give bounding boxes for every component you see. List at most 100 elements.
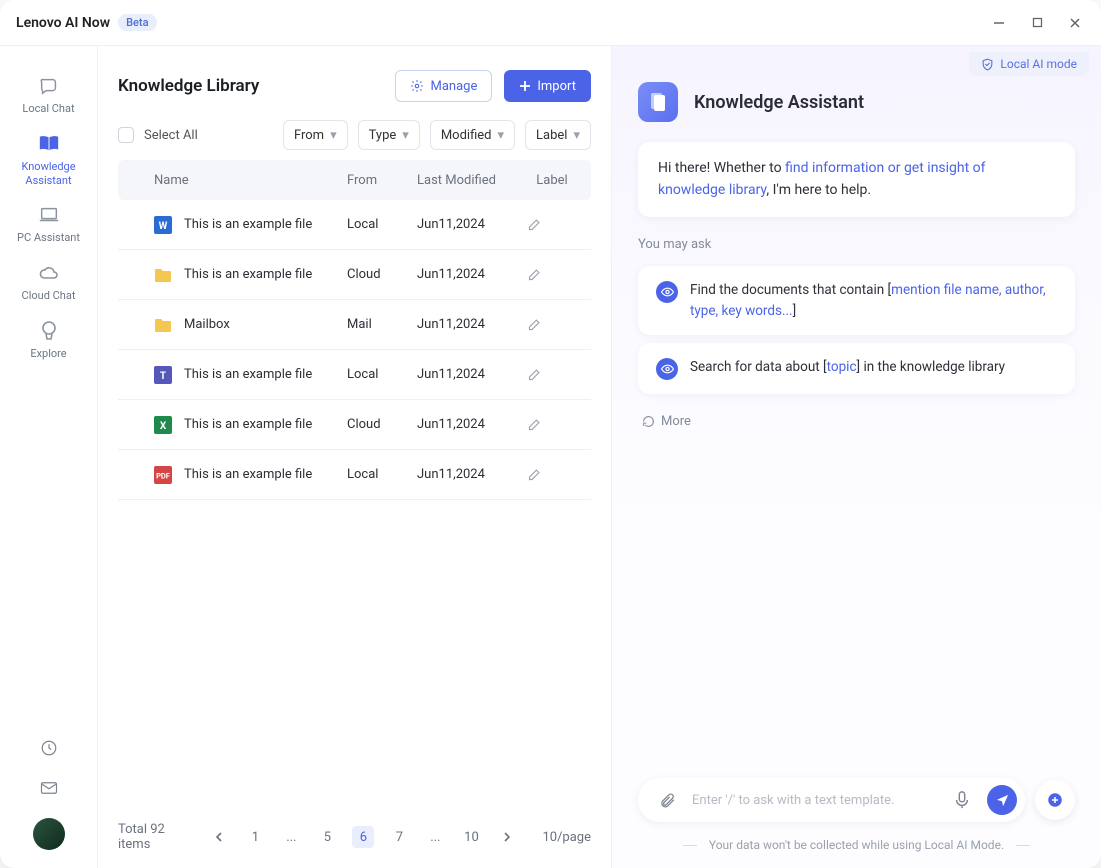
pagination-next[interactable] xyxy=(496,826,518,848)
filter-type[interactable]: Type▾ xyxy=(358,120,420,150)
sidebar-item-label: Knowledge Assistant xyxy=(9,160,89,188)
file-from: Cloud xyxy=(347,267,417,282)
suggestion-item[interactable]: Search for data about [topic] in the kno… xyxy=(638,343,1075,394)
file-icon xyxy=(154,266,172,284)
book-icon xyxy=(37,132,61,156)
per-page[interactable]: 10/page xyxy=(542,830,591,845)
import-button[interactable]: Import xyxy=(504,70,591,102)
col-label: Label xyxy=(527,173,577,188)
eye-icon xyxy=(656,281,678,303)
ai-mode-chip[interactable]: Local AI mode xyxy=(969,52,1089,76)
file-from: Cloud xyxy=(347,417,417,432)
app-title: Lenovo AI Now xyxy=(16,15,110,31)
edit-label-button[interactable] xyxy=(527,217,577,232)
sidebar-item-knowledge-assistant[interactable]: Knowledge Assistant xyxy=(9,122,89,194)
sidebar-item-pc-assistant[interactable]: PC Assistant xyxy=(9,193,89,251)
file-modified: Jun11,2024 xyxy=(417,317,527,332)
maximize-button[interactable] xyxy=(1027,13,1047,33)
table-row[interactable]: TThis is an example fileLocalJun11,2024 xyxy=(118,350,591,400)
suggestion-pre: Find the documents that contain [ xyxy=(690,282,891,298)
titlebar: Lenovo AI Now Beta xyxy=(0,0,1101,46)
suggestion-item[interactable]: Find the documents that contain [mention… xyxy=(638,266,1075,335)
you-may-ask-label: You may ask xyxy=(638,237,1075,252)
plus-icon xyxy=(519,80,531,92)
file-name: Mailbox xyxy=(184,317,230,332)
col-from: From xyxy=(347,173,417,188)
mail-button[interactable] xyxy=(33,772,65,804)
sidebar-item-local-chat[interactable]: Local Chat xyxy=(9,64,89,122)
assistant-logo-icon xyxy=(638,82,678,122)
table-header: Name From Last Modified Label xyxy=(118,160,591,200)
svg-text:PDF: PDF xyxy=(156,471,170,480)
sidebar-item-label: Explore xyxy=(30,347,66,361)
pagination-page[interactable]: 5 xyxy=(316,826,338,848)
file-name: This is an example file xyxy=(184,217,312,232)
manage-label: Manage xyxy=(430,79,477,94)
manage-button[interactable]: Manage xyxy=(395,70,492,102)
sidebar-item-cloud-chat[interactable]: Cloud Chat xyxy=(9,251,89,309)
edit-label-button[interactable] xyxy=(527,267,577,282)
table-row[interactable]: MailboxMailJun11,2024 xyxy=(118,300,591,350)
gear-icon xyxy=(410,79,424,93)
sidebar-item-label: PC Assistant xyxy=(17,231,80,245)
filter-from[interactable]: From▾ xyxy=(283,120,348,150)
pagination-page[interactable]: 7 xyxy=(388,826,410,848)
edit-label-button[interactable] xyxy=(527,417,577,432)
table-row[interactable]: XThis is an example fileCloudJun11,2024 xyxy=(118,400,591,450)
history-button[interactable] xyxy=(33,732,65,764)
sidebar-item-explore[interactable]: Explore xyxy=(9,309,89,367)
pagination-prev[interactable] xyxy=(208,826,230,848)
laptop-icon xyxy=(37,203,61,227)
edit-label-button[interactable] xyxy=(527,467,577,482)
file-modified: Jun11,2024 xyxy=(417,367,527,382)
sidebar-item-label: Cloud Chat xyxy=(22,289,76,303)
attachment-button[interactable] xyxy=(652,785,682,815)
chat-icon xyxy=(37,74,61,98)
col-modified: Last Modified xyxy=(417,173,527,188)
more-label: More xyxy=(661,414,691,429)
chevron-down-icon: ▾ xyxy=(498,128,505,143)
suggestion-pre: Search for data about [ xyxy=(690,359,827,375)
assistant-title: Knowledge Assistant xyxy=(694,92,864,113)
balloon-icon xyxy=(37,319,61,343)
pagination-page[interactable]: 1 xyxy=(244,826,266,848)
pagination-page: ... xyxy=(424,826,446,848)
chat-input-box xyxy=(638,778,1025,822)
select-all-checkbox[interactable] xyxy=(118,127,134,143)
suggestion-post: ] xyxy=(793,303,797,319)
file-modified: Jun11,2024 xyxy=(417,267,527,282)
files-table: Name From Last Modified Label W This is a… xyxy=(118,160,591,808)
greeting-card: Hi there! Whether to find information or… xyxy=(638,142,1075,217)
mic-button[interactable] xyxy=(947,785,977,815)
new-chat-button[interactable] xyxy=(1035,780,1075,820)
svg-text:W: W xyxy=(159,221,168,232)
table-row[interactable]: This is an example fileCloudJun11,2024 xyxy=(118,250,591,300)
edit-label-button[interactable] xyxy=(527,367,577,382)
table-row[interactable]: WThis is an example fileLocalJun11,2024 xyxy=(118,200,591,250)
sidebar: Local Chat Knowledge Assistant PC Assist… xyxy=(0,46,98,868)
select-all-label: Select All xyxy=(144,128,198,143)
file-from: Local xyxy=(347,217,417,232)
send-button[interactable] xyxy=(987,785,1017,815)
pagination-total: Total 92 items xyxy=(118,822,184,852)
chat-input[interactable] xyxy=(692,793,937,808)
pagination: Total 92 items 1...567...10 10/page xyxy=(118,808,591,856)
more-button[interactable]: More xyxy=(642,414,1071,429)
file-name: This is an example file xyxy=(184,467,312,482)
chevron-down-icon: ▾ xyxy=(573,128,580,143)
table-row[interactable]: PDFThis is an example fileLocalJun11,202… xyxy=(118,450,591,500)
pagination-page[interactable]: 6 xyxy=(352,826,374,848)
assistant-pane: Local AI mode Knowledge Assistant Hi the… xyxy=(612,46,1101,868)
filter-modified[interactable]: Modified▾ xyxy=(430,120,515,150)
col-name: Name xyxy=(132,173,347,188)
sidebar-item-label: Local Chat xyxy=(22,102,74,116)
edit-label-button[interactable] xyxy=(527,317,577,332)
refresh-icon xyxy=(642,415,655,428)
close-button[interactable] xyxy=(1065,13,1085,33)
avatar[interactable] xyxy=(33,818,65,850)
file-icon xyxy=(154,316,172,334)
minimize-button[interactable] xyxy=(989,13,1009,33)
pagination-page[interactable]: 10 xyxy=(460,826,482,848)
filter-label[interactable]: Label▾ xyxy=(525,120,591,150)
page-title: Knowledge Library xyxy=(118,76,259,96)
